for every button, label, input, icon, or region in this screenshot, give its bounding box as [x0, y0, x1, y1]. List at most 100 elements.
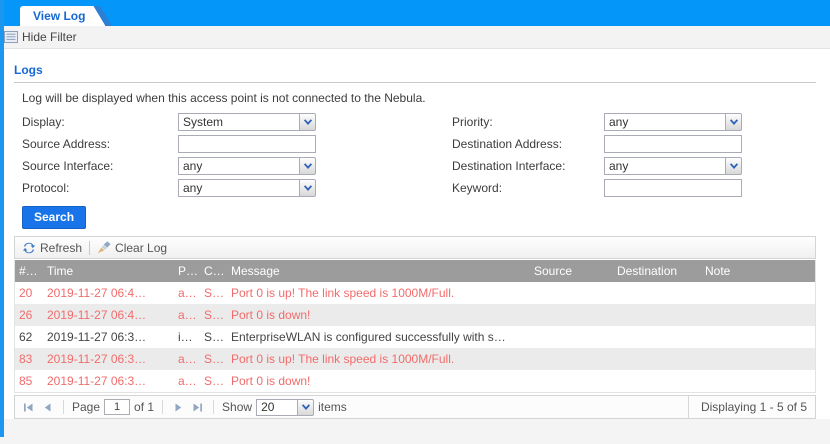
column-header-category[interactable]: C… [200, 260, 227, 282]
cell-source [530, 348, 613, 370]
pagination-bar: Page of 1 Show 20 items [14, 395, 816, 419]
cell-category: S… [200, 282, 227, 304]
page-label: Page [72, 400, 100, 414]
cell-category: S… [200, 348, 227, 370]
first-page-icon[interactable] [21, 400, 36, 415]
page-bottom-background [0, 419, 830, 444]
chevron-down-icon[interactable] [297, 399, 314, 416]
log-row[interactable]: 85 2019-11-27 06:3… a… S… Port 0 is down… [15, 370, 815, 392]
refresh-icon [22, 241, 36, 255]
cell-number: 26 [15, 304, 43, 326]
destination-interface-select[interactable]: any [604, 157, 742, 175]
filter-form-icon [4, 31, 18, 43]
nebula-note: Log will be displayed when this access p… [22, 91, 816, 105]
cell-category: S… [200, 304, 227, 326]
priority-select[interactable]: any [604, 113, 742, 131]
log-row[interactable]: 83 2019-11-27 06:3… a… S… Port 0 is up! … [15, 348, 815, 370]
chevron-down-icon[interactable] [725, 157, 742, 175]
cell-destination [613, 282, 701, 304]
column-header-time[interactable]: Time [43, 260, 174, 282]
display-label: Display: [22, 115, 65, 129]
pager-divider [63, 400, 64, 414]
chevron-down-icon[interactable] [725, 113, 742, 131]
column-header-message[interactable]: Message [227, 260, 530, 282]
column-header-destination[interactable]: Destination [613, 260, 701, 282]
clear-log-button[interactable]: Clear Log [97, 241, 167, 255]
tab-view-log-label: View Log [33, 9, 85, 23]
refresh-button[interactable]: Refresh [22, 241, 82, 255]
cell-note [701, 326, 815, 348]
tab-strip: View Log [0, 0, 830, 26]
chevron-down-icon[interactable] [299, 179, 316, 197]
source-address-label: Source Address: [22, 137, 110, 151]
cell-time: 2019-11-27 06:3… [43, 326, 174, 348]
chevron-down-icon[interactable] [299, 113, 316, 131]
tab-view-log[interactable]: View Log [20, 6, 105, 26]
next-page-icon[interactable] [171, 400, 186, 415]
protocol-label: Protocol: [22, 181, 69, 195]
log-grid: Refresh Clear Log [14, 236, 816, 419]
column-header-source[interactable]: Source [530, 260, 613, 282]
items-label: items [318, 400, 347, 414]
toolbar-divider [89, 241, 90, 255]
cell-destination [613, 370, 701, 392]
cell-destination [613, 348, 701, 370]
priority-select-value: any [604, 113, 725, 131]
search-button[interactable]: Search [22, 206, 86, 229]
protocol-select-value: any [178, 179, 299, 197]
column-header-priority[interactable]: P… [174, 260, 200, 282]
cell-note [701, 282, 815, 304]
cell-message: Port 0 is up! The link speed is 1000M/Fu… [227, 348, 530, 370]
cell-note [701, 348, 815, 370]
display-select-value: System [178, 113, 299, 131]
show-label: Show [222, 400, 252, 414]
display-select[interactable]: System [178, 113, 316, 131]
log-row[interactable]: 20 2019-11-27 06:4… a… S… Port 0 is up! … [15, 282, 815, 304]
table-header-row: #… Time P… C… Message Source Destination… [15, 260, 815, 282]
previous-page-icon[interactable] [40, 400, 55, 415]
log-row[interactable]: 26 2019-11-27 06:4… a… S… Port 0 is down… [15, 304, 815, 326]
page-of-label: of 1 [134, 400, 154, 414]
column-header-note[interactable]: Note [701, 260, 815, 282]
pager-divider [213, 400, 214, 414]
protocol-select[interactable]: any [178, 179, 316, 197]
pager-divider [162, 400, 163, 414]
cell-message: Port 0 is up! The link speed is 1000M/Fu… [227, 282, 530, 304]
hide-filter-button[interactable]: Hide Filter [0, 26, 830, 49]
destination-address-input[interactable] [604, 135, 742, 153]
cell-number: 62 [15, 326, 43, 348]
column-header-number[interactable]: #… [15, 260, 43, 282]
cell-time: 2019-11-27 06:4… [43, 282, 174, 304]
source-interface-select[interactable]: any [178, 157, 316, 175]
cell-note [701, 304, 815, 326]
cell-source [530, 326, 613, 348]
cell-time: 2019-11-27 06:4… [43, 304, 174, 326]
source-address-input[interactable] [178, 135, 316, 153]
cell-category: S… [200, 370, 227, 392]
show-items-select[interactable]: 20 [256, 399, 314, 416]
page-number-input[interactable] [104, 399, 130, 415]
keyword-input[interactable] [604, 179, 742, 197]
cell-destination [613, 326, 701, 348]
cell-priority: a… [174, 282, 200, 304]
cell-message: Port 0 is down! [227, 370, 530, 392]
page-left-accent-border [0, 0, 4, 437]
cell-time: 2019-11-27 06:3… [43, 370, 174, 392]
cell-source [530, 370, 613, 392]
last-page-icon[interactable] [190, 400, 205, 415]
hide-filter-label: Hide Filter [22, 30, 77, 44]
cell-source [530, 304, 613, 326]
log-row[interactable]: 62 2019-11-27 06:3… i… S… EnterpriseWLAN… [15, 326, 815, 348]
chevron-down-icon[interactable] [299, 157, 316, 175]
cell-source [530, 282, 613, 304]
show-items-select-value: 20 [256, 399, 297, 416]
log-table-body: #… Time P… C… Message Source Destination… [14, 260, 816, 393]
cell-number: 20 [15, 282, 43, 304]
log-table: #… Time P… C… Message Source Destination… [15, 260, 815, 392]
cell-message: EnterpriseWLAN is configured successfull… [227, 326, 530, 348]
cell-priority: i… [174, 326, 200, 348]
log-grid-toolbar: Refresh Clear Log [14, 236, 816, 259]
refresh-label: Refresh [40, 241, 82, 255]
cell-note [701, 370, 815, 392]
cell-priority: a… [174, 348, 200, 370]
